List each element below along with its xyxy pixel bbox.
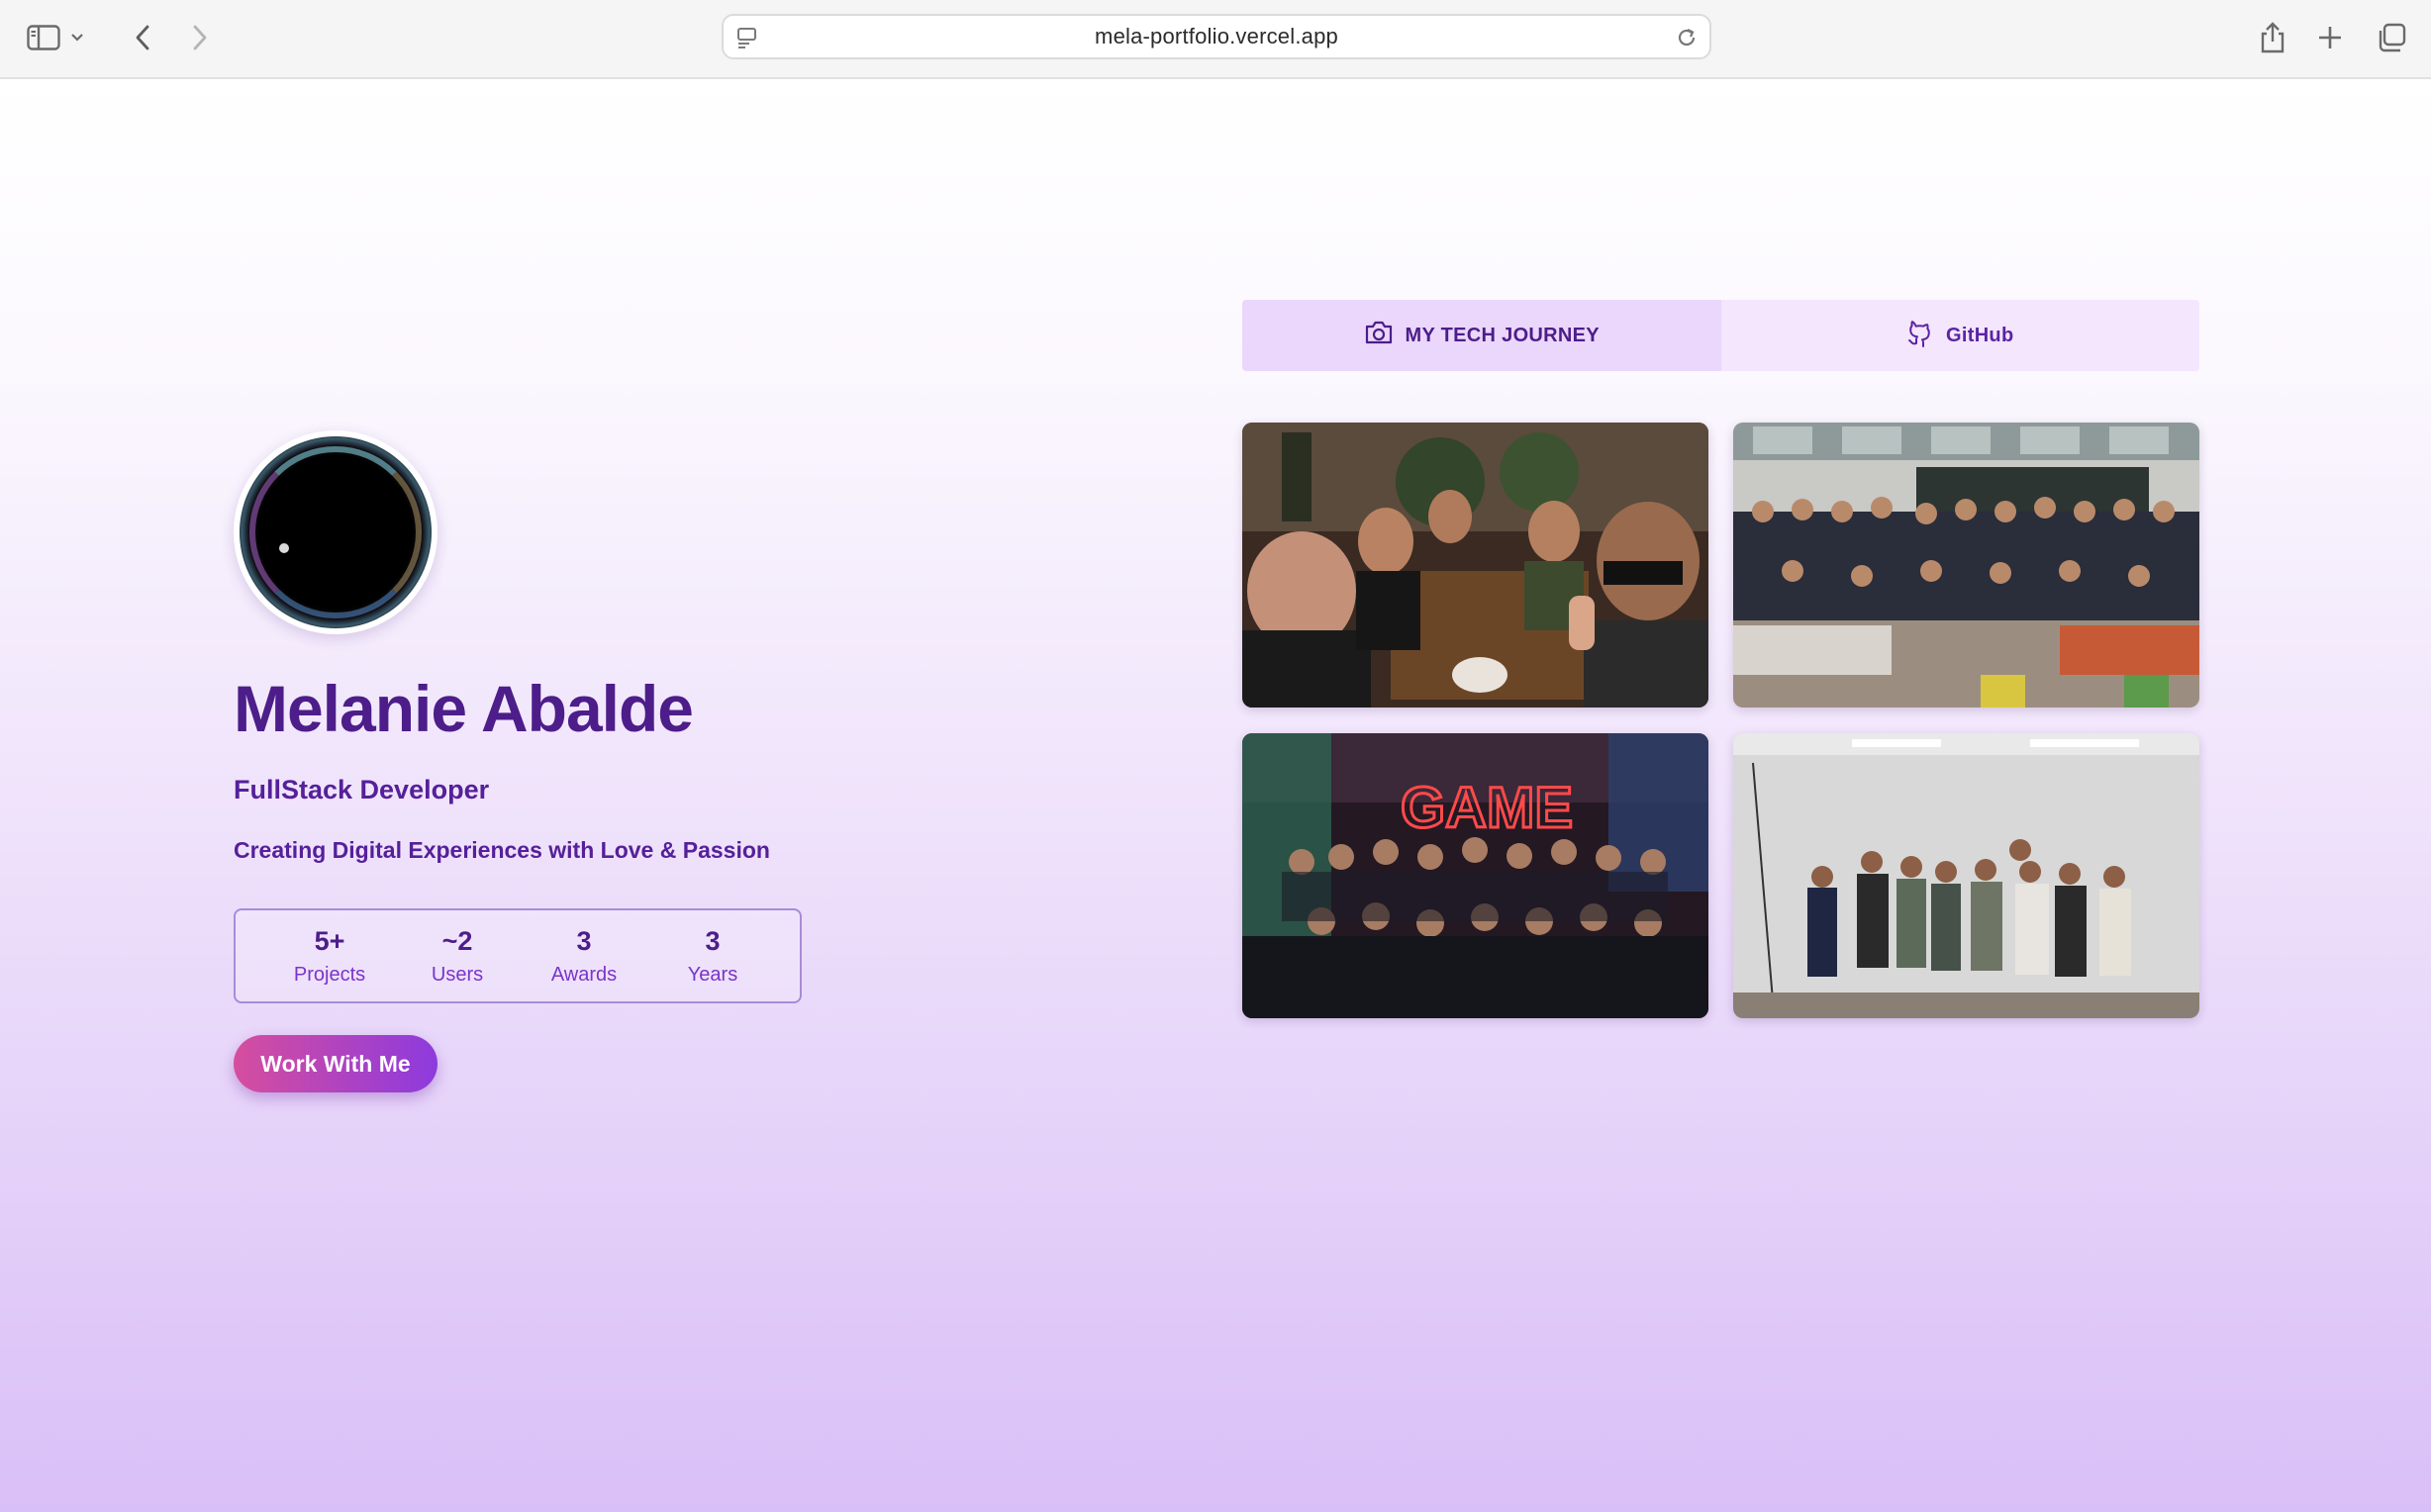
chevron-down-icon[interactable] (65, 16, 89, 59)
url-text: mela-portfolio.vercel.app (1095, 24, 1338, 48)
gallery-photo-classroom[interactable] (1733, 423, 2199, 708)
stat-label: Years (687, 964, 738, 986)
reload-icon[interactable] (1674, 25, 1700, 50)
share-icon[interactable] (2251, 16, 2294, 59)
page-icon (735, 26, 759, 49)
tabs-icon[interactable] (2370, 16, 2413, 59)
stat-label: Awards (550, 964, 618, 986)
gallery-tabs: MY TECH JOURNEY GitHub (1242, 300, 2199, 371)
hero-tagline: Creating Digital Experiences with Love &… (234, 837, 770, 863)
avatar-image (240, 436, 432, 628)
address-bar[interactable]: mela-portfolio.vercel.app (722, 14, 1711, 59)
gallery-photo-cafe[interactable] (1242, 423, 1708, 708)
stat-label: Projects (293, 964, 366, 986)
back-icon[interactable] (121, 16, 164, 59)
work-with-me-button[interactable]: Work With Me (234, 1035, 438, 1092)
tab-github[interactable]: GitHub (1720, 300, 2199, 371)
stat-value: 3 (576, 926, 592, 956)
stat-label: Users (431, 964, 484, 986)
stat-awards: 3 Awards (525, 924, 643, 990)
stat-value: 5+ (314, 926, 345, 956)
hero-role: FullStack Developer (234, 775, 490, 804)
svg-text:GAME: GAME (1401, 776, 1573, 840)
browser-toolbar: mela-portfolio.vercel.app (0, 0, 2431, 79)
portfolio-page: Melanie Abalde FullStack Developer Creat… (0, 79, 2431, 1512)
sidebar-icon[interactable] (22, 16, 65, 59)
stat-years: 3 Years (653, 924, 772, 990)
avatar (234, 430, 438, 634)
github-icon (1906, 318, 1934, 353)
stat-users: ~2 Users (398, 924, 517, 990)
stat-projects: 5+ Projects (270, 924, 389, 990)
tab-label: GitHub (1946, 324, 2014, 346)
tab-my-tech-journey[interactable]: MY TECH JOURNEY (1242, 300, 1721, 371)
hero-name: Melanie Abalde (234, 672, 694, 745)
gallery-photo-game-event[interactable]: GAME (1242, 733, 1708, 1018)
stats-box: 5+ Projects ~2 Users 3 Awards 3 Years (234, 908, 802, 1003)
forward-icon[interactable] (178, 16, 222, 59)
stat-value: ~2 (441, 926, 473, 956)
stat-value: 3 (705, 926, 721, 956)
camera-icon (1364, 320, 1394, 351)
gallery-photo-white-room[interactable] (1733, 733, 2199, 1018)
plus-icon[interactable] (2308, 16, 2352, 59)
tab-label: MY TECH JOURNEY (1405, 324, 1600, 346)
